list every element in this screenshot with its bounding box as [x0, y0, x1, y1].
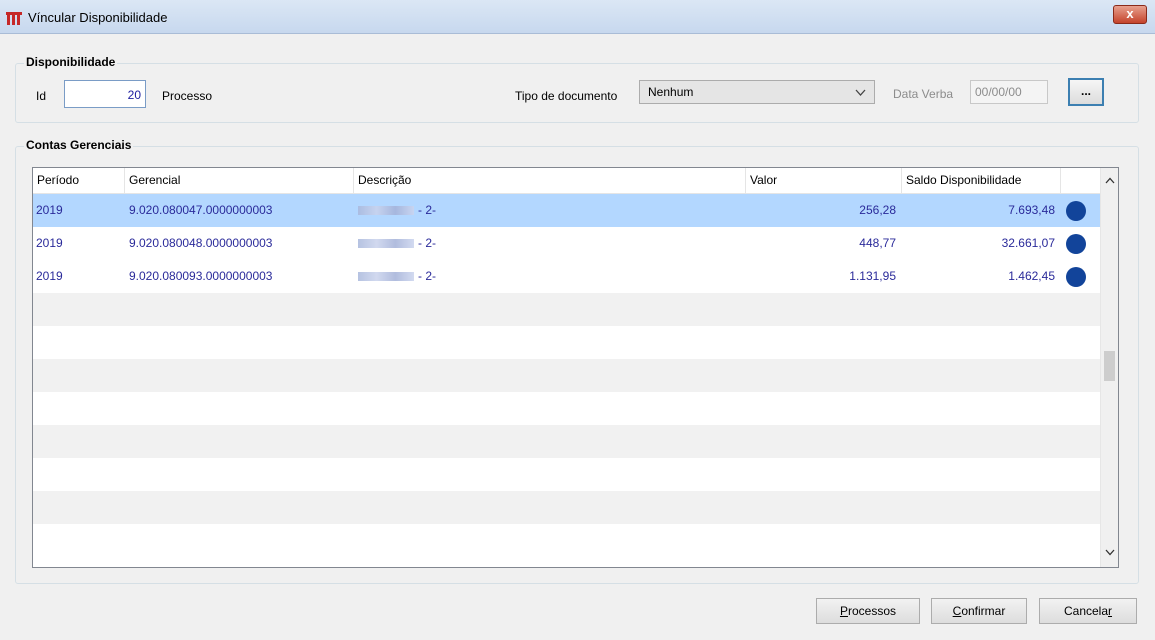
column-header-gerencial[interactable]: Gerencial	[125, 168, 354, 193]
table-row[interactable]: 2019 9.020.080048.0000000003 - 2- 448,77…	[33, 227, 1101, 260]
cell-descricao: - 2-	[358, 194, 744, 227]
cell-saldo: 7.693,48	[1008, 203, 1055, 217]
app-logo-icon	[6, 12, 22, 25]
confirmar-label: onfirmar	[961, 604, 1006, 618]
redacted-text	[358, 239, 414, 249]
data-verba-label: Data Verba	[893, 87, 954, 101]
close-button[interactable]: x	[1113, 5, 1147, 24]
cell-periodo: 2019	[36, 236, 63, 250]
column-header-valor[interactable]: Valor	[746, 168, 902, 193]
window-title: Víncular Disponibilidade	[28, 10, 168, 25]
cancelar-label: Cancela	[1063, 604, 1109, 618]
column-header-descricao[interactable]: Descrição	[354, 168, 746, 193]
cell-saldo: 1.462,45	[1008, 269, 1055, 283]
empty-row	[33, 425, 1101, 458]
vertical-scrollbar[interactable]	[1100, 168, 1118, 567]
cell-periodo: 2019	[36, 203, 63, 217]
cell-gerencial: 9.020.080093.0000000003	[129, 269, 273, 283]
cell-saldo: 32.661,07	[1001, 236, 1055, 250]
empty-row	[33, 392, 1101, 425]
confirmar-button[interactable]: Confirmar	[931, 598, 1027, 624]
cell-valor: 256,28	[859, 203, 896, 217]
cell-valor: 1.131,95	[849, 269, 896, 283]
empty-row	[33, 326, 1101, 359]
empty-row	[33, 491, 1101, 524]
cell-gerencial: 9.020.080047.0000000003	[129, 203, 273, 217]
contas-grid[interactable]: Período Gerencial Descrição Valor Saldo …	[32, 167, 1119, 568]
column-header-periodo[interactable]: Período	[33, 168, 125, 193]
column-header-saldo-disponibilidade[interactable]: Saldo Disponibilidade	[902, 168, 1061, 193]
grid-header: Período Gerencial Descrição Valor Saldo …	[33, 168, 1101, 194]
processo-label: Processo	[162, 89, 213, 103]
id-label: Id	[36, 89, 47, 103]
table-row[interactable]: 2019 9.020.080093.0000000003 - 2- 1.131,…	[33, 260, 1101, 293]
disponibilidade-group-label: Disponibilidade	[24, 55, 118, 69]
chevron-down-icon[interactable]	[1101, 545, 1118, 562]
table-row[interactable]: 2019 9.020.080047.0000000003 - 2- 256,28…	[33, 194, 1101, 227]
redacted-text	[358, 272, 414, 282]
empty-row	[33, 458, 1101, 491]
processos-label: rocessos	[847, 604, 897, 618]
data-verba-input[interactable]: 00/00/00	[970, 80, 1048, 104]
column-header-status	[1061, 168, 1101, 193]
cell-valor: 448,77	[859, 236, 896, 250]
cancelar-mnemonic: r	[1108, 604, 1113, 618]
empty-row	[33, 359, 1101, 392]
ellipsis-button[interactable]: ...	[1068, 78, 1104, 106]
chevron-up-icon[interactable]	[1101, 173, 1118, 190]
cell-descricao: - 2-	[358, 227, 744, 260]
tipo-documento-label: Tipo de documento	[515, 89, 618, 103]
cell-periodo: 2019	[36, 269, 63, 283]
status-dot-icon	[1066, 267, 1086, 287]
status-dot-icon	[1066, 201, 1086, 221]
chevron-down-icon	[855, 89, 866, 96]
empty-row	[33, 524, 1101, 557]
id-input[interactable]: 20	[64, 80, 146, 108]
processos-mnemonic: P	[839, 604, 848, 618]
title-bar: Víncular Disponibilidade x	[0, 0, 1155, 34]
contas-gerenciais-group-label: Contas Gerenciais	[24, 138, 134, 152]
tipo-documento-value: Nenhum	[648, 85, 694, 99]
processos-button[interactable]: Processos	[816, 598, 920, 624]
cancelar-button[interactable]: Cancelar	[1039, 598, 1137, 624]
cell-gerencial: 9.020.080048.0000000003	[129, 236, 273, 250]
cell-descricao: - 2-	[358, 260, 744, 293]
scroll-thumb[interactable]	[1104, 351, 1115, 381]
empty-row	[33, 293, 1101, 326]
tipo-documento-select[interactable]: Nenhum	[639, 80, 875, 104]
redacted-text	[358, 206, 414, 216]
status-dot-icon	[1066, 234, 1086, 254]
